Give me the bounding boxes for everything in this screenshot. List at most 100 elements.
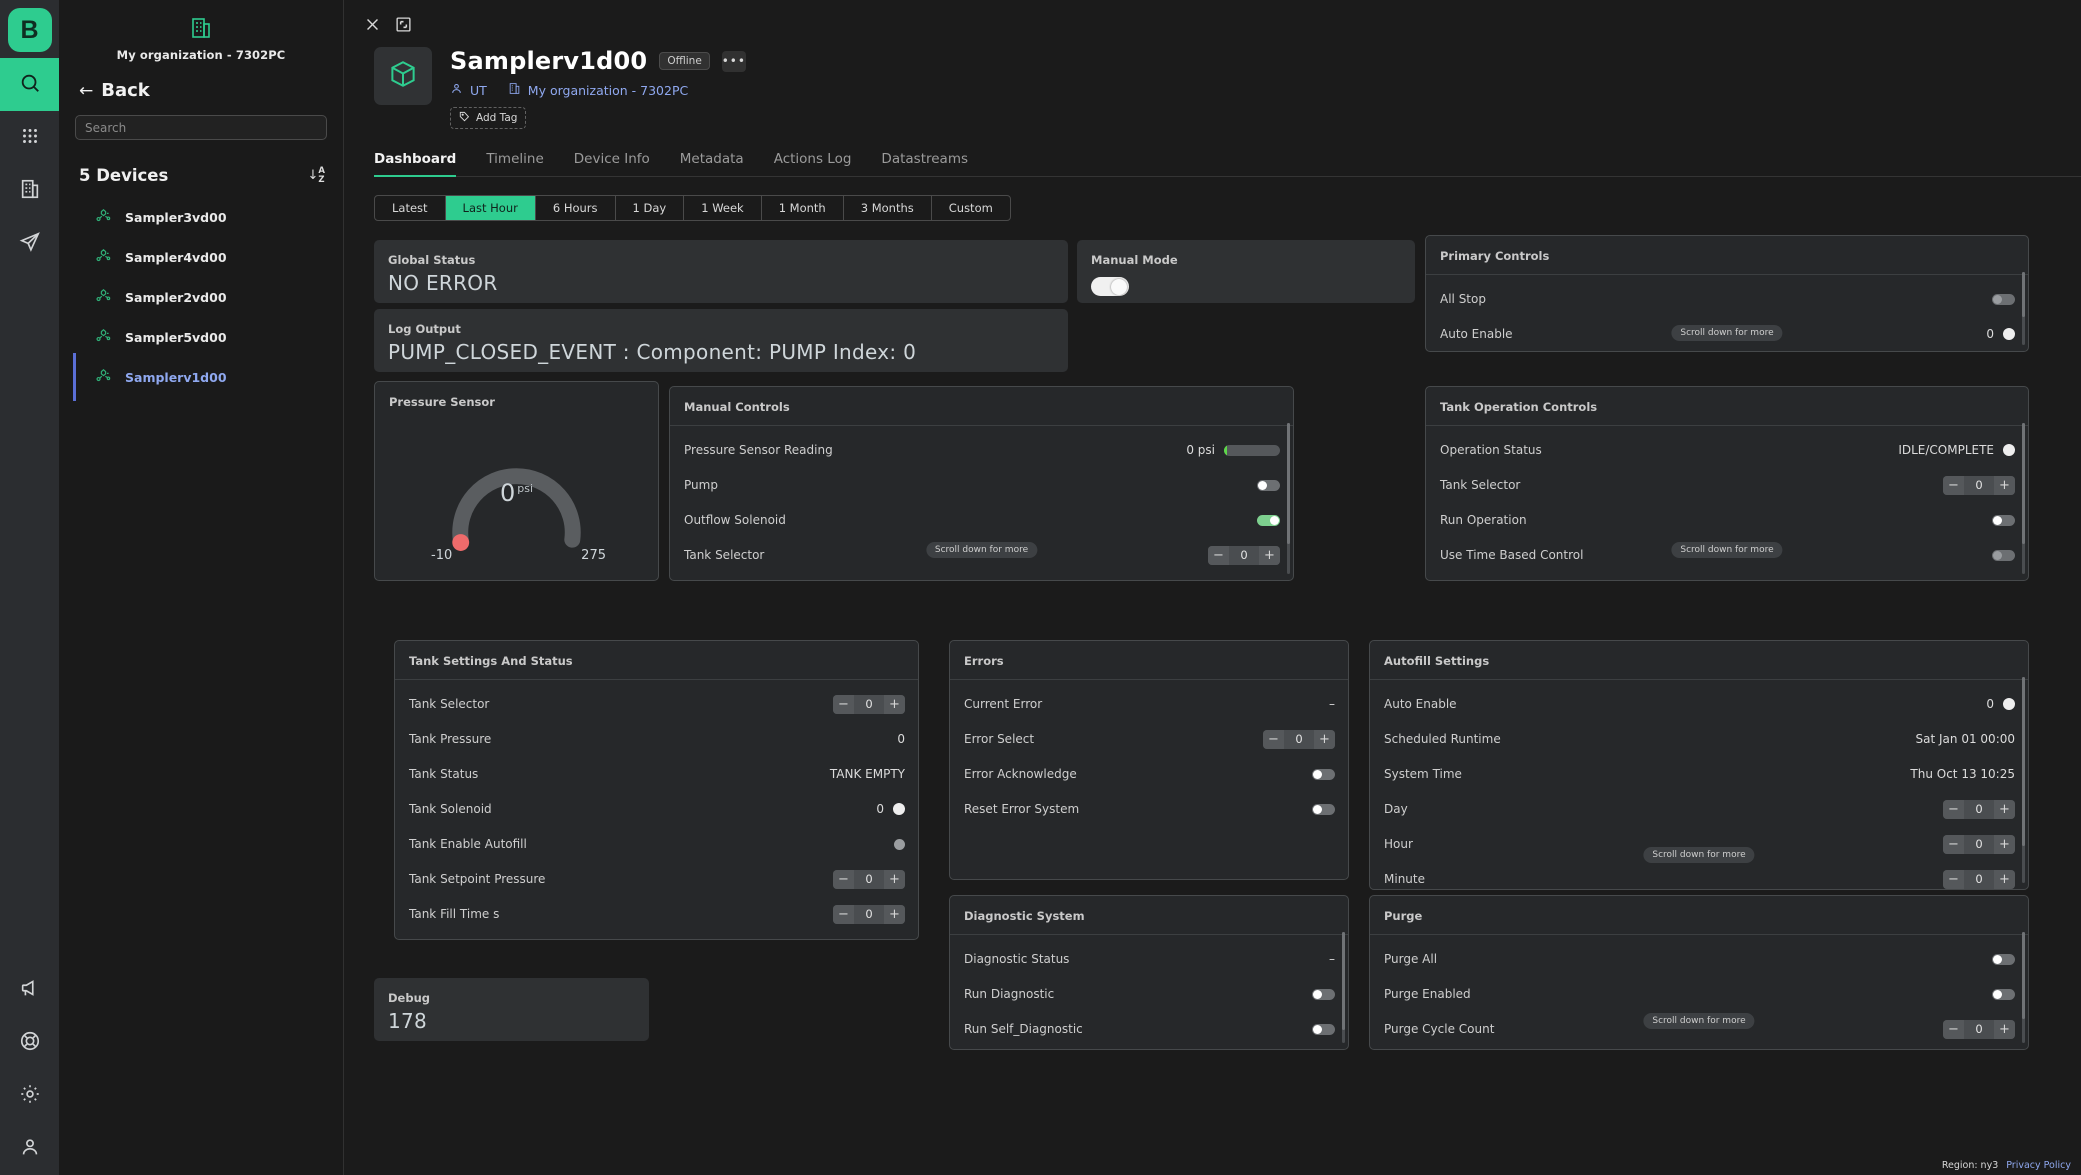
card-scrollbar[interactable]	[1342, 932, 1345, 1043]
close-icon[interactable]	[364, 16, 381, 37]
tank-fill-time-stepper[interactable]: − 0 +	[833, 904, 905, 924]
stepper-increment[interactable]: +	[1994, 834, 2015, 854]
stepper-increment[interactable]: +	[1994, 799, 2015, 819]
stepper-increment[interactable]: +	[1994, 869, 2015, 889]
device-list-item[interactable]: Sampler3vd00	[73, 197, 329, 237]
range-last-hour[interactable]: Last Hour	[445, 196, 536, 220]
scrollbar-thumb[interactable]	[2022, 272, 2025, 318]
card-title: Diagnostic System	[964, 909, 1085, 923]
cube-icon	[388, 59, 418, 93]
stepper-decrement[interactable]: −	[833, 694, 854, 714]
stepper-increment[interactable]: +	[1314, 729, 1335, 749]
stepper-increment[interactable]: +	[1259, 545, 1280, 565]
stepper-decrement[interactable]: −	[1208, 545, 1229, 565]
run-diagnostic-toggle[interactable]	[1312, 988, 1335, 1000]
scrollbar-thumb[interactable]	[2022, 423, 2025, 544]
tank-selector-stepper[interactable]: − 0 +	[1943, 475, 2015, 495]
manual-mode-toggle[interactable]	[1091, 277, 1129, 296]
range-3-months[interactable]: 3 Months	[844, 196, 932, 220]
row-control: − 0 +	[1943, 799, 2015, 819]
rail-item-apps[interactable]	[0, 111, 59, 164]
outflow-solenoid-toggle[interactable]	[1257, 514, 1280, 526]
more-options-button[interactable]: •••	[722, 50, 746, 72]
card-scrollbar[interactable]	[2022, 272, 2025, 345]
run-self-diagnostic-toggle[interactable]	[1312, 1023, 1335, 1035]
device-organization-link[interactable]: My organization - 7302PC	[528, 83, 688, 98]
stepper-decrement[interactable]: −	[1943, 475, 1964, 495]
add-tag-button[interactable]: Add Tag	[450, 107, 527, 129]
scrollbar-thumb[interactable]	[2022, 932, 2025, 1019]
card-scrollbar[interactable]	[2022, 423, 2025, 574]
tab-metadata[interactable]: Metadata	[680, 151, 744, 176]
rail-item-organization[interactable]	[0, 164, 59, 217]
range-1-week[interactable]: 1 Week	[684, 196, 762, 220]
stepper-decrement[interactable]: −	[1263, 729, 1284, 749]
stepper-decrement[interactable]: −	[1943, 799, 1964, 819]
range-custom[interactable]: Custom	[932, 196, 1010, 220]
range-1-day[interactable]: 1 Day	[616, 196, 685, 220]
card-scrollbar[interactable]	[2022, 677, 2025, 883]
use-time-based-control-toggle[interactable]	[1992, 549, 2015, 561]
stepper-decrement[interactable]: −	[833, 869, 854, 889]
device-list-item[interactable]: Sampler2vd00	[73, 277, 329, 317]
row-label: Diagnostic Status	[964, 952, 1070, 966]
stepper-decrement[interactable]: −	[1943, 869, 1964, 889]
back-button[interactable]: ← Back	[79, 80, 329, 101]
reset-error-system-toggle[interactable]	[1312, 803, 1335, 815]
purge-enabled-toggle[interactable]	[1992, 988, 2015, 1000]
device-list-item[interactable]: Sampler5vd00	[73, 317, 329, 357]
error-acknowledge-toggle[interactable]	[1312, 768, 1335, 780]
stepper-increment[interactable]: +	[1994, 475, 2015, 495]
stepper-decrement[interactable]: −	[833, 904, 854, 924]
sort-az-button[interactable]: ↓ AZ	[308, 167, 326, 184]
hour-stepper[interactable]: − 0 +	[1943, 834, 2015, 854]
rail-item-search[interactable]	[0, 58, 59, 111]
range-latest[interactable]: Latest	[375, 196, 446, 220]
rail-item-send[interactable]	[0, 217, 59, 270]
tab-datastreams[interactable]: Datastreams	[881, 151, 968, 176]
scrollbar-thumb[interactable]	[1342, 932, 1345, 1030]
tank-selector-stepper[interactable]: − 0 +	[1208, 545, 1280, 565]
device-owner[interactable]: UT	[470, 83, 487, 98]
run-operation-toggle[interactable]	[1992, 514, 2015, 526]
stepper-decrement[interactable]: −	[1943, 834, 1964, 854]
stepper-increment[interactable]: +	[884, 694, 905, 714]
purge-cycle-count-stepper[interactable]: − 0 +	[1943, 1019, 2015, 1039]
minute-stepper[interactable]: − 0 +	[1943, 869, 2015, 889]
stepper-increment[interactable]: +	[884, 904, 905, 924]
row-label: Day	[1384, 802, 1408, 816]
tab-device-info[interactable]: Device Info	[574, 151, 650, 176]
stepper-increment[interactable]: +	[1994, 1019, 2015, 1039]
range-6-hours[interactable]: 6 Hours	[536, 196, 616, 220]
rail-item-help[interactable]	[0, 1016, 59, 1069]
error-select-stepper[interactable]: − 0 +	[1263, 729, 1335, 749]
day-stepper[interactable]: − 0 +	[1943, 799, 2015, 819]
app-logo[interactable]: B	[7, 8, 52, 52]
search-field[interactable]	[75, 115, 327, 140]
stepper-decrement[interactable]: −	[1943, 1019, 1964, 1039]
pump-toggle[interactable]	[1257, 479, 1280, 491]
tab-timeline[interactable]: Timeline	[486, 151, 543, 176]
rail-item-announcements[interactable]	[0, 963, 59, 1016]
card-scrollbar[interactable]	[1287, 423, 1290, 574]
rail-item-account[interactable]	[0, 1122, 59, 1175]
tank-selector-stepper[interactable]: − 0 +	[833, 694, 905, 714]
gauge-value-wrap: 0 psi	[375, 479, 658, 507]
range-1-month[interactable]: 1 Month	[762, 196, 844, 220]
purge-all-toggle[interactable]	[1992, 953, 2015, 965]
stepper-increment[interactable]: +	[884, 869, 905, 889]
card-title: Purge	[1384, 909, 1423, 923]
tab-actions-log[interactable]: Actions Log	[774, 151, 852, 176]
card-scrollbar[interactable]	[2022, 932, 2025, 1043]
search-input[interactable]	[85, 120, 317, 135]
scrollbar-thumb[interactable]	[1287, 423, 1290, 544]
privacy-policy-link[interactable]: Privacy Policy	[2006, 1160, 2071, 1171]
device-list-item-selected[interactable]: Samplerv1d00	[73, 353, 329, 401]
expand-icon[interactable]	[395, 16, 412, 37]
all-stop-toggle[interactable]	[1992, 293, 2015, 305]
tank-setpoint-pressure-stepper[interactable]: − 0 +	[833, 869, 905, 889]
device-list-item[interactable]: Sampler4vd00	[73, 237, 329, 277]
rail-item-settings[interactable]	[0, 1069, 59, 1122]
tab-dashboard[interactable]: Dashboard	[374, 151, 457, 177]
scrollbar-thumb[interactable]	[2022, 677, 2025, 846]
